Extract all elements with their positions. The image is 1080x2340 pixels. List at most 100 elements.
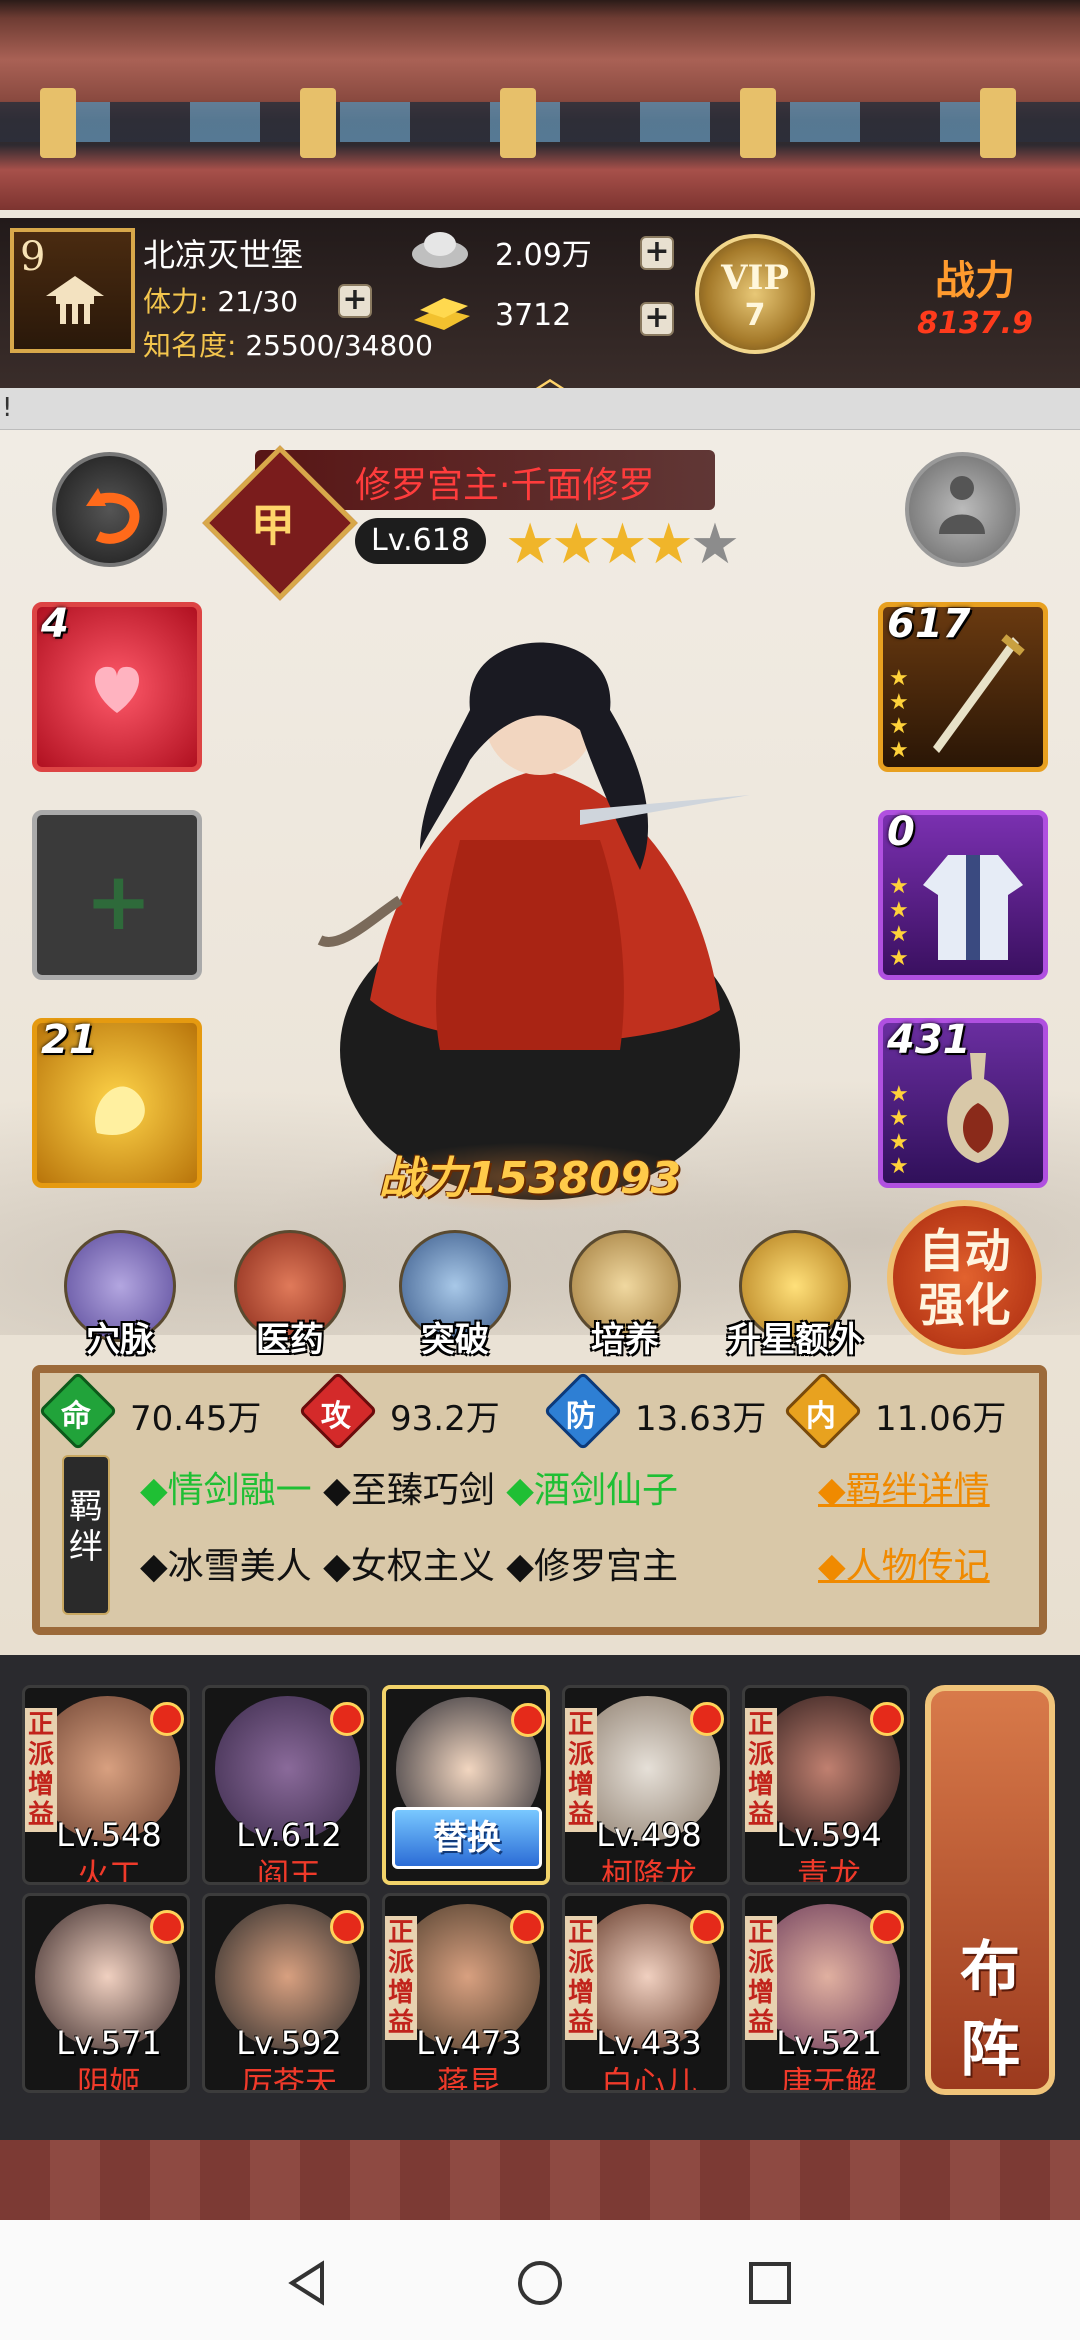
action-label: 培养 [591, 1320, 659, 1360]
attribute-row: 命 70.45万 攻 93.2万 防 13.63万 内 11.06万 [38, 1371, 1040, 1451]
fame-label: 知名度: [143, 329, 237, 362]
player-avatar[interactable]: 9 [10, 228, 135, 353]
medicine-button[interactable]: 医药 [215, 1230, 365, 1370]
lineup-card[interactable]: 正派增益 Lv.473 蒋昆 [382, 1893, 550, 2093]
action-label: 升星额外 [727, 1320, 863, 1360]
empty-skill-slot[interactable]: + [32, 810, 202, 980]
fame-line: 知名度: 25500/34800 [143, 324, 433, 364]
notification-dot-icon [150, 1702, 184, 1736]
action-label: 穴脉 [86, 1320, 154, 1360]
roof-gold-ornament [740, 88, 776, 158]
slot-count: 21 [41, 1017, 97, 1063]
attribute-defense: 防 13.63万 [543, 1371, 795, 1451]
lineup-card[interactable]: 正派增益 Lv.433 白心儿 [562, 1893, 730, 2093]
notification-dot-icon [150, 1910, 184, 1944]
action-label: 医药 [256, 1320, 324, 1360]
gold-bars-icon [414, 298, 470, 330]
add-gold-button[interactable]: + [640, 302, 674, 336]
hero-panel: 修罗宫主·千面修罗 甲 Lv.618 ★★★★★ 4 + 21 617 ★ ★ … [0, 430, 1080, 1655]
attribute-attack: 攻 93.2万 [298, 1371, 550, 1451]
formation-button[interactable]: 布 阵 [925, 1685, 1055, 2095]
swap-button[interactable]: 替换 [392, 1807, 542, 1869]
stamina-label: 体力: [143, 285, 209, 318]
notification-dot-icon [511, 1703, 545, 1737]
meridian-button[interactable]: 穴脉 [45, 1230, 195, 1370]
card-level: Lv.498 [596, 1816, 702, 1854]
fragment-skill-slot[interactable]: 21 [32, 1017, 202, 1188]
recents-square-icon[interactable] [745, 2258, 795, 2308]
breakthrough-button[interactable]: 突破 [380, 1230, 530, 1370]
cultivate-button[interactable]: 培养 [550, 1230, 700, 1370]
card-level: Lv.548 [56, 1816, 162, 1854]
action-label: 突破 [421, 1320, 489, 1360]
add-silver-button[interactable]: + [640, 236, 674, 270]
hero-stars: ★★★★★ [505, 512, 740, 577]
star-empty-icon: ★ [689, 512, 740, 577]
formation-line1: 布 [960, 1935, 1020, 2005]
back-button[interactable] [52, 452, 167, 567]
card-level: Lv.594 [776, 1816, 882, 1854]
card-level: Lv.433 [596, 2024, 702, 2062]
add-stamina-button[interactable]: + [338, 284, 372, 318]
bond-item: ◆至臻巧剑 [323, 1470, 495, 1511]
system-nav-bar [0, 2220, 1080, 2340]
bond-item: ◆情剑融一 [140, 1470, 312, 1511]
heart-swirl-icon [94, 666, 140, 713]
vip-level: 7 [744, 298, 766, 333]
palace-roof-banner [0, 0, 1080, 210]
bond-item: ◆冰雪美人 [140, 1546, 312, 1587]
back-arrow-icon [86, 488, 140, 544]
card-name: 阎王 [256, 1856, 321, 1885]
attribute-inner: 内 11.06万 [783, 1371, 1045, 1451]
player-name: 北凉灭世堡 [143, 236, 304, 274]
silver-amount: 2.09万 [495, 238, 592, 273]
card-level: Lv.612 [236, 1816, 342, 1854]
lineup-card[interactable]: 正派增益 Lv.498 柯降龙 [562, 1685, 730, 1885]
chevron-up-icon[interactable]: ︿ [525, 348, 575, 398]
lineup-card[interactable]: 正派增益 Lv.548 火工 [22, 1685, 190, 1885]
lineup-card[interactable]: Lv.612 阎王 [202, 1685, 370, 1885]
lineup-card[interactable]: 正派增益 Lv.594 青龙 [742, 1685, 910, 1885]
faction-bonus-tag: 正派增益 [25, 1708, 57, 1832]
hp-badge-icon: 命 [38, 1371, 118, 1451]
vase-equipment-slot[interactable]: 431 ★ ★ ★ ★ [878, 1017, 1048, 1188]
sword-equipment-slot[interactable]: 617 ★ ★ ★ ★ [878, 601, 1048, 772]
lineup-card[interactable]: Lv.592 厉苍天 [202, 1893, 370, 2093]
armor-equipment-slot[interactable]: 0 ★ ★ ★ ★ [878, 809, 1048, 980]
hp-glyph: 命 [60, 1399, 91, 1435]
back-triangle-icon[interactable] [282, 2258, 332, 2308]
meditation-button[interactable] [905, 452, 1020, 567]
hero-character-art [317, 642, 750, 1200]
auto-enhance-button[interactable]: 自动 强化 [887, 1200, 1042, 1355]
roof-gold-ornament [980, 88, 1016, 158]
defense-value: 13.63万 [635, 1399, 767, 1439]
lineup-card[interactable]: Lv.571 阴姬 [22, 1893, 190, 2093]
lineup-card[interactable]: 正派增益 Lv.521 唐无解 [742, 1893, 910, 2093]
lineup-card-selected[interactable]: 替换 [382, 1685, 550, 1885]
bond-item: ◆修罗宫主 [506, 1546, 678, 1587]
card-name: 柯降龙 [600, 1856, 697, 1885]
star-upgrade-button[interactable]: 升星额外 [720, 1230, 870, 1370]
inner-glyph: 内 [805, 1399, 836, 1435]
heart-skill-slot[interactable]: 4 [32, 601, 202, 772]
attack-glyph: 攻 [320, 1399, 351, 1435]
home-circle-icon[interactable] [515, 2258, 565, 2308]
bond-detail-link[interactable]: ◆羁绊详情 [818, 1461, 990, 1513]
faction-bonus-tag: 正派增益 [565, 1916, 597, 2040]
player-level: 9 [20, 234, 46, 280]
roof-gold-ornament [40, 88, 76, 158]
notification-dot-icon [690, 1910, 724, 1944]
attribute-hp: 命 70.45万 [38, 1371, 290, 1451]
defense-glyph: 防 [565, 1399, 596, 1435]
attribute-board: 命 70.45万 攻 93.2万 防 13.63万 内 11.06万 羁绊 ◆情… [32, 1365, 1047, 1635]
vip-label: VIP [721, 258, 789, 298]
golden-beast-icon [95, 1086, 145, 1135]
card-name: 唐无解 [780, 2064, 877, 2093]
notification-dot-icon [510, 1910, 544, 1944]
slot-count: 4 [41, 601, 69, 647]
bond-tag: 羁绊 [62, 1455, 110, 1615]
bond-row-1: ◆情剑融一 ◆至臻巧剑 ◆酒剑仙子 [140, 1461, 678, 1513]
biography-link[interactable]: ◆人物传记 [818, 1537, 990, 1589]
card-level: Lv.571 [56, 2024, 162, 2062]
vip-badge[interactable]: VIP 7 [695, 234, 815, 354]
